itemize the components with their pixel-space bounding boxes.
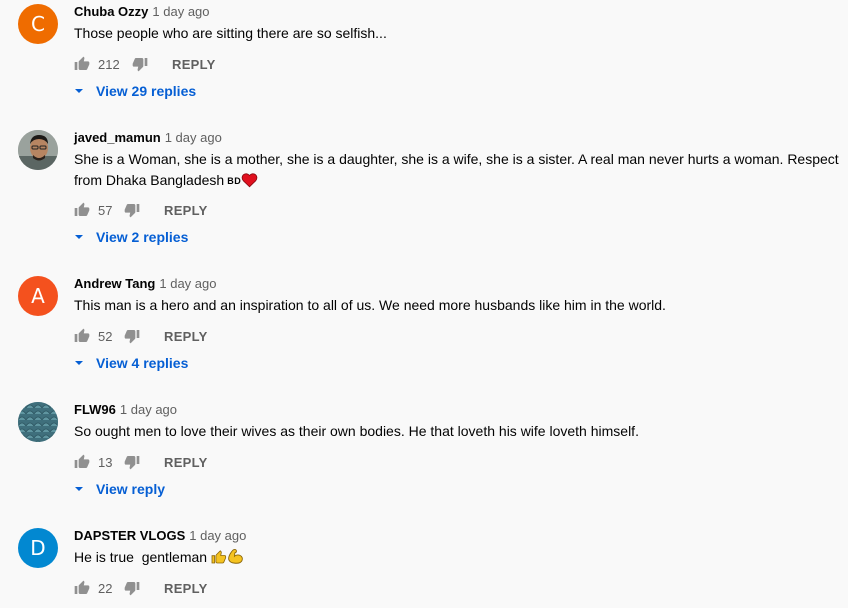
comment-thread: javed_mamun 1 day ago She is a Woman, she… (0, 126, 848, 252)
comment-header: Chuba Ozzy 1 day ago (74, 4, 210, 20)
reply-button[interactable]: REPLY (172, 57, 216, 72)
comment-toolbar: 57 REPLY (74, 200, 208, 220)
comment-header: Andrew Tang 1 day ago (74, 276, 216, 292)
view-replies-label: View 4 replies (96, 355, 189, 371)
author-name[interactable]: Andrew Tang (74, 276, 155, 291)
red-heart-icon (241, 172, 258, 188)
comment-time[interactable]: 1 day ago (152, 4, 209, 19)
flexed-biceps-icon (227, 548, 245, 565)
like-button[interactable] (74, 580, 90, 596)
view-replies-button[interactable]: View 2 replies (74, 227, 188, 247)
like-button[interactable] (74, 454, 90, 470)
comment-text: He is true gentleman (74, 547, 844, 568)
thumbs-down-icon (124, 456, 140, 470)
view-replies-label: View 29 replies (96, 83, 197, 99)
comment-header: FLW96 1 day ago (74, 402, 177, 418)
author-name[interactable]: FLW96 (74, 402, 116, 417)
dislike-button[interactable] (124, 202, 140, 218)
comment-text-suffix: BD (227, 176, 242, 186)
like-button[interactable] (74, 328, 90, 344)
like-button[interactable] (74, 56, 90, 72)
comment-toolbar: 212 REPLY (74, 54, 216, 74)
thumbs-up-icon (74, 454, 90, 468)
thumbs-up-icon (74, 580, 90, 594)
avatar[interactable] (18, 130, 58, 170)
like-count: 212 (98, 56, 120, 72)
caret-down-icon (75, 487, 83, 491)
like-count: 22 (98, 580, 113, 596)
avatar[interactable]: A (18, 276, 58, 316)
comment-time[interactable]: 1 day ago (165, 130, 222, 145)
thumbs-up-emoji-icon (211, 549, 227, 565)
comment-text-body: She is a Woman, she is a mother, she is … (74, 151, 839, 188)
like-count: 52 (98, 328, 113, 344)
comment-text-body: He is true gentleman (74, 549, 208, 565)
comment-toolbar: 52 REPLY (74, 326, 208, 346)
author-name[interactable]: javed_mamun (74, 130, 161, 145)
reply-button[interactable]: REPLY (164, 329, 208, 344)
comment-text: This man is a hero and an inspiration to… (74, 297, 666, 313)
author-name[interactable]: DAPSTER VLOGS (74, 528, 185, 543)
author-name[interactable]: Chuba Ozzy (74, 4, 148, 19)
comment-thread: C Chuba Ozzy 1 day ago Those people who a… (0, 0, 848, 126)
dislike-button[interactable] (124, 328, 140, 344)
comment-time[interactable]: 1 day ago (120, 402, 177, 417)
thumbs-down-icon (124, 582, 140, 596)
avatar[interactable]: C (18, 4, 58, 44)
reply-button[interactable]: REPLY (164, 455, 208, 470)
comment-text: So ought men to love their wives as thei… (74, 423, 639, 439)
thumbs-down-icon (132, 58, 148, 72)
avatar[interactable]: D (18, 528, 58, 568)
comment-toolbar: 13 REPLY (74, 452, 208, 472)
like-button[interactable] (74, 202, 90, 218)
pattern-avatar-icon (18, 402, 58, 442)
thumbs-down-icon (124, 204, 140, 218)
caret-down-icon (75, 235, 83, 239)
view-replies-button[interactable]: View reply (74, 479, 165, 499)
comment-text: She is a Woman, she is a mother, she is … (74, 149, 844, 192)
thumbs-up-icon (74, 56, 90, 70)
caret-down-icon (75, 89, 83, 93)
view-replies-button[interactable]: View 29 replies (74, 81, 196, 101)
comment-thread: A Andrew Tang 1 day ago This man is a her… (0, 272, 848, 398)
comment-text: Those people who are sitting there are s… (74, 25, 387, 41)
like-count: 13 (98, 454, 113, 470)
comment-thread: FLW96 1 day ago So ought men to love thei… (0, 398, 848, 524)
thumbs-up-icon (74, 328, 90, 342)
view-replies-label: View 2 replies (96, 229, 189, 245)
comment-time[interactable]: 1 day ago (159, 276, 216, 291)
user-photo-icon (18, 130, 58, 170)
like-count: 57 (98, 202, 113, 218)
caret-down-icon (75, 361, 83, 365)
comment-header: DAPSTER VLOGS 1 day ago (74, 528, 246, 544)
view-replies-label: View reply (96, 481, 166, 497)
thumbs-up-icon (74, 202, 90, 216)
view-replies-button[interactable]: View 4 replies (74, 353, 188, 373)
thumbs-down-icon (124, 330, 140, 344)
comment-thread: D DAPSTER VLOGS 1 day ago He is true gent… (0, 524, 848, 608)
comment-toolbar: 22 REPLY (74, 578, 208, 598)
reply-button[interactable]: REPLY (164, 581, 208, 596)
reply-button[interactable]: REPLY (164, 203, 208, 218)
avatar[interactable] (18, 402, 58, 442)
dislike-button[interactable] (124, 454, 140, 470)
dislike-button[interactable] (132, 56, 148, 72)
comment-header: javed_mamun 1 day ago (74, 130, 222, 146)
comment-time[interactable]: 1 day ago (189, 528, 246, 543)
dislike-button[interactable] (124, 580, 140, 596)
